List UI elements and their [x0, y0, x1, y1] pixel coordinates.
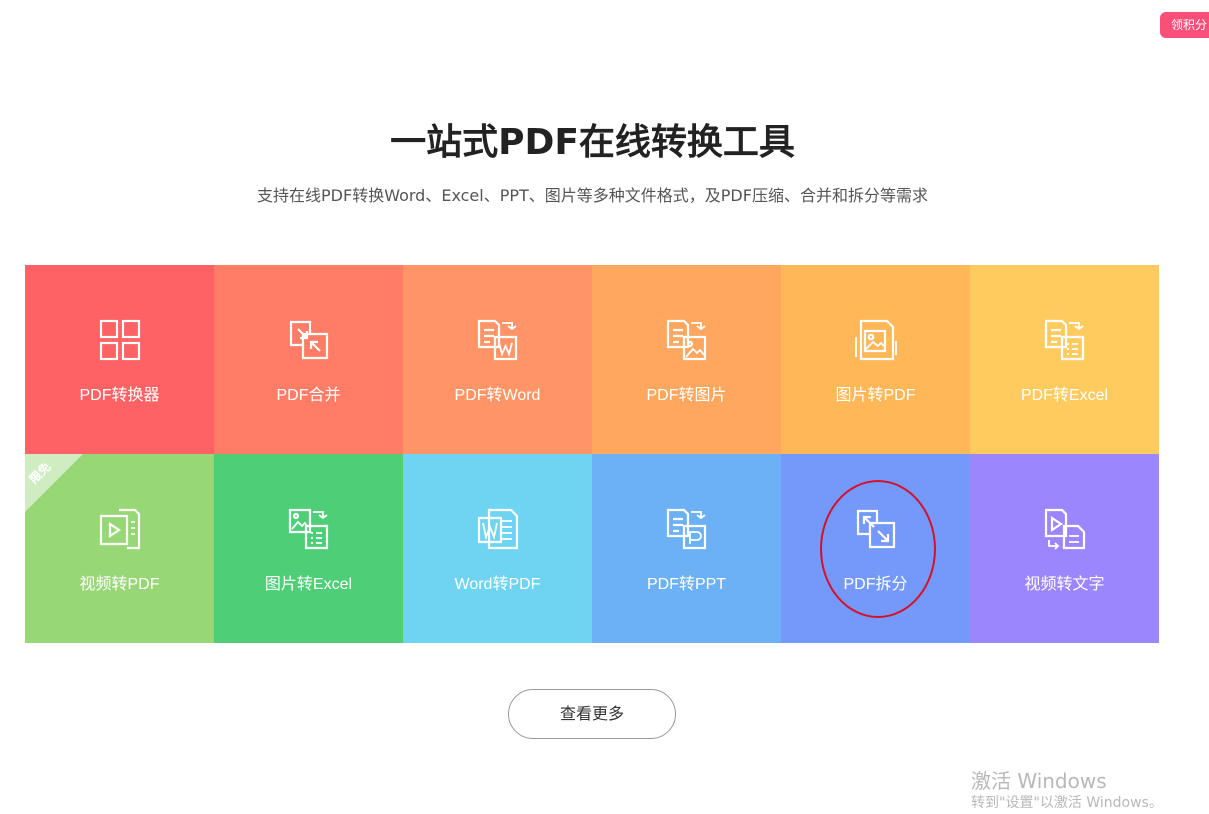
tool-video-to-text[interactable]: 视频转文字	[970, 454, 1159, 643]
word-to-pdf-icon	[475, 506, 521, 552]
image-to-excel-icon	[286, 506, 332, 552]
tool-label: 视频转文字	[1024, 576, 1105, 593]
tool-pdf-to-word[interactable]: PDF转Word	[403, 265, 592, 454]
tool-label: 图片转PDF	[835, 387, 916, 404]
split-icon	[853, 506, 899, 552]
windows-activation-subtitle: 转到"设置"以激活 Windows。	[971, 795, 1163, 811]
pdf-to-image-icon	[664, 317, 710, 363]
pdf-to-ppt-icon	[664, 506, 710, 552]
pdf-to-excel-icon	[1042, 317, 1088, 363]
merge-icon	[286, 317, 332, 363]
windows-activation-title: 激活 Windows	[971, 769, 1107, 793]
tool-label: 视频转PDF	[79, 576, 160, 593]
tool-pdf-to-excel[interactable]: PDF转Excel	[970, 265, 1159, 454]
tool-pdf-merge[interactable]: PDF合并	[214, 265, 403, 454]
tool-label: PDF合并	[276, 387, 341, 404]
tool-grid: PDF转换器 PDF合并 PDF转Word PDF转图片 图片转PDF PDF转…	[25, 265, 1159, 643]
image-to-pdf-icon	[853, 317, 899, 363]
tool-label: PDF拆分	[843, 576, 908, 593]
tool-pdf-to-image[interactable]: PDF转图片	[592, 265, 781, 454]
tool-video-to-pdf[interactable]: 限免 视频转PDF	[25, 454, 214, 643]
tool-label: 图片转Excel	[264, 576, 353, 593]
tool-label: PDF转Excel	[1020, 387, 1109, 404]
page-title: 一站式PDF在线转换工具	[390, 122, 795, 163]
tool-pdf-split[interactable]: PDF拆分	[781, 454, 970, 643]
page-subtitle: 支持在线PDF转换Word、Excel、PPT、图片等多种文件格式，及PDF压缩…	[257, 186, 928, 205]
tool-label: PDF转Word	[454, 387, 541, 404]
tool-image-to-excel[interactable]: 图片转Excel	[214, 454, 403, 643]
tool-label: PDF转图片	[646, 387, 727, 404]
video-to-text-icon	[1042, 506, 1088, 552]
video-to-pdf-icon	[97, 506, 143, 552]
tool-image-to-pdf[interactable]: 图片转PDF	[781, 265, 970, 454]
tool-label: Word转PDF	[454, 576, 541, 593]
tool-label: PDF转换器	[79, 387, 160, 404]
view-more-button[interactable]: 查看更多	[508, 689, 676, 739]
tool-label: PDF转PPT	[646, 576, 727, 593]
grid-icon	[97, 317, 143, 363]
tool-pdf-converter[interactable]: PDF转换器	[25, 265, 214, 454]
tool-word-to-pdf[interactable]: Word转PDF	[403, 454, 592, 643]
points-badge[interactable]: 领积分	[1160, 12, 1209, 38]
tool-pdf-to-ppt[interactable]: PDF转PPT	[592, 454, 781, 643]
pdf-to-word-icon	[475, 317, 521, 363]
